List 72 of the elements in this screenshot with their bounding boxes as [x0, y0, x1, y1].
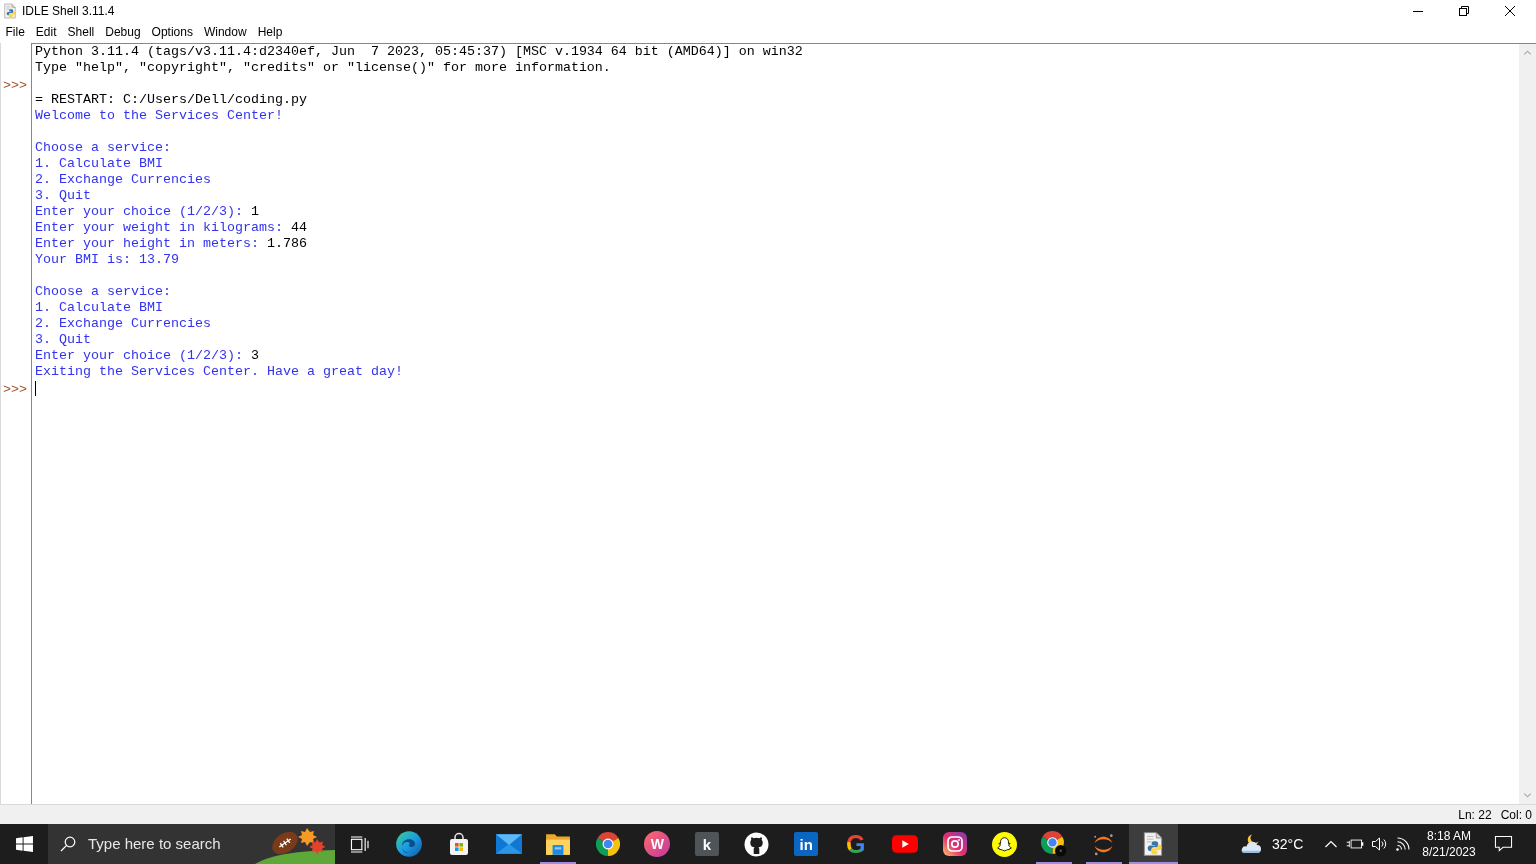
- ghost-logo-icon: [992, 831, 1017, 857]
- window-title: IDLE Shell 3.11.4: [22, 3, 115, 19]
- chevron-up-icon: [1324, 838, 1338, 850]
- battery-plug-icon: [1346, 837, 1364, 851]
- search-box[interactable]: Type here to search: [48, 824, 335, 864]
- shell-text: Python 3.11.4 (tags/v3.11.4:d2340ef, Jun 7 2023, 05:45:37) [MSC v.1934 64 bit (AMD64)] on win32: [35, 44, 803, 60]
- program-output: 3. Quit: [35, 332, 91, 348]
- camera-logo-icon: [942, 832, 967, 856]
- cat-head-logo-icon: [744, 831, 770, 857]
- speaker-icon: [1371, 836, 1387, 852]
- menu-item[interactable]: Shell: [62, 22, 100, 43]
- program-output: Exiting the Services Center. Have a great day!: [35, 364, 403, 380]
- menu-item[interactable]: Options: [146, 22, 199, 43]
- restore-icon: [1459, 6, 1469, 16]
- menu-item[interactable]: Window: [198, 22, 253, 43]
- program-output: Enter your weight in kilograms:: [35, 220, 284, 236]
- prompt-marker: >>>: [3, 382, 27, 397]
- menu-item[interactable]: Help: [252, 22, 288, 43]
- tricolor-circle-icon: [595, 832, 620, 856]
- menu-item[interactable]: Debug: [99, 22, 147, 43]
- shell-text: 44: [290, 220, 307, 236]
- program-output: Enter your height in meters:: [35, 236, 260, 252]
- chevron-up-icon: [1523, 48, 1532, 57]
- task-view-icon: [350, 835, 370, 853]
- letter-logo: W: [644, 831, 671, 857]
- menu-item[interactable]: Edit: [30, 22, 63, 43]
- search-field[interactable]: Type here to search: [88, 832, 238, 856]
- clock-time: 8:18 AM: [1427, 828, 1471, 844]
- folder-icon: [545, 832, 572, 856]
- wifi-icon: [1395, 836, 1411, 852]
- close-icon: [1505, 6, 1515, 16]
- menu-item[interactable]: File: [0, 22, 31, 43]
- chevron-down-icon: [1523, 791, 1532, 800]
- taskbar-app-button[interactable]: k: [682, 824, 732, 864]
- program-output: Enter your choice (1/2/3):: [35, 348, 244, 364]
- program-output: 2. Exchange Currencies: [35, 316, 211, 332]
- program-output: Welcome to the Services Center!: [35, 108, 283, 124]
- shell-text: 3: [250, 348, 259, 364]
- shell-text: 1: [250, 204, 259, 220]
- scrollbar[interactable]: [1519, 43, 1536, 804]
- speech-bubble-icon: [1493, 835, 1513, 853]
- play-logo-icon: [892, 835, 919, 853]
- document-snake-icon: [2, 3, 18, 19]
- program-output: Choose a service:: [35, 284, 171, 300]
- program-output: 3. Quit: [35, 188, 91, 204]
- shopping-bag-icon: [447, 832, 471, 856]
- program-output: Enter your choice (1/2/3):: [35, 204, 244, 220]
- tricolor-circle-badge-icon: [1041, 831, 1068, 857]
- shell-text: Type "help", "copyright", "credits" or "license()" for more information.: [35, 60, 611, 76]
- line-status: Ln: 22: [1458, 806, 1492, 823]
- taskbar-app-button[interactable]: [1128, 824, 1179, 864]
- clock-button[interactable]: 8:18 AM 8/21/2023: [1415, 824, 1483, 864]
- program-output: 1. Calculate BMI: [35, 156, 163, 172]
- envelope-icon: [495, 834, 522, 854]
- program-output: Choose a service:: [35, 140, 171, 156]
- program-output: Your BMI is: 13.79: [35, 252, 179, 268]
- program-output: 1. Calculate BMI: [35, 300, 163, 316]
- shell-text: 1.786: [266, 236, 307, 252]
- column-status: Col: 0: [1500, 806, 1532, 823]
- clock-date: 8/21/2023: [1422, 844, 1476, 860]
- letter-logo: in: [794, 832, 819, 856]
- letter-logo: k: [694, 832, 719, 856]
- taskbar-app-button[interactable]: G: [830, 824, 881, 864]
- program-output: 2. Exchange Currencies: [35, 172, 211, 188]
- taskbar-app-button[interactable]: in: [781, 824, 831, 864]
- shell-text: = RESTART: C:/Users/Dell/coding.py: [35, 92, 307, 108]
- swirl-logo-icon: [395, 830, 424, 858]
- search-icon: [60, 836, 76, 852]
- four-panes-logo-icon: [15, 836, 33, 852]
- weather-button[interactable]: 32°C: [1232, 824, 1319, 864]
- prompt-marker: >>>: [3, 78, 27, 93]
- taskbar-app-button[interactable]: W: [632, 824, 683, 864]
